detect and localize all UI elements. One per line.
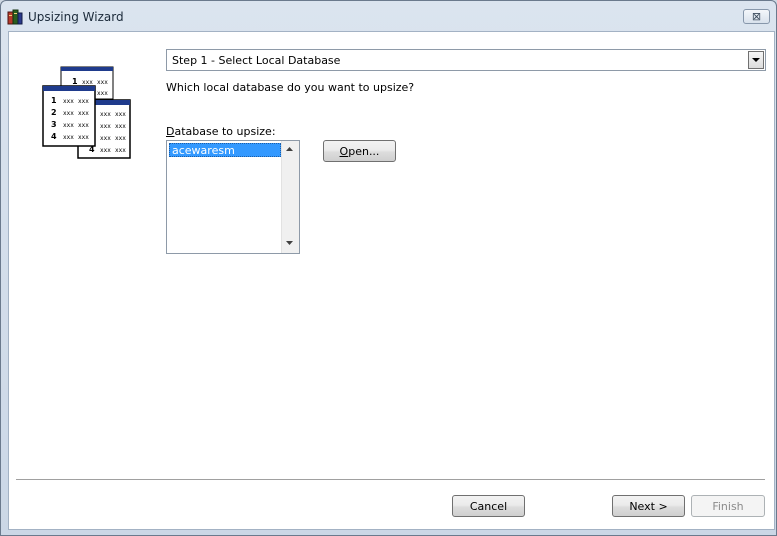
list-item[interactable]: acewaresm <box>169 143 281 157</box>
listbox-scrollbar[interactable] <box>281 141 299 253</box>
open-button-label: Open... <box>339 144 380 158</box>
step-select-value: Step 1 - Select Local Database <box>172 54 341 67</box>
svg-text:xxx: xxx <box>78 122 89 129</box>
svg-text:xxx: xxx <box>115 135 126 142</box>
scroll-up-icon[interactable] <box>286 147 293 151</box>
svg-text:xxx: xxx <box>78 110 89 117</box>
upsizing-wizard-window: Upsizing Wizard ⊠ 1 xxx xxx xxx xxx xxx … <box>0 0 777 536</box>
database-listbox[interactable]: acewaresm <box>166 140 300 254</box>
svg-text:xxx: xxx <box>97 79 108 86</box>
svg-text:1: 1 <box>51 96 57 105</box>
next-button[interactable]: Next > <box>612 495 685 517</box>
close-icon: ⊠ <box>751 10 762 23</box>
svg-text:xxx: xxx <box>63 134 74 141</box>
window-title: Upsizing Wizard <box>28 10 124 24</box>
cancel-button[interactable]: Cancel <box>452 495 525 517</box>
title-bar[interactable]: Upsizing Wizard ⊠ <box>1 1 776 31</box>
database-tables-icon: 1 xxx xxx xxx xxx xxx xxx xxx xxx xxx 4 … <box>42 66 131 159</box>
svg-text:4: 4 <box>51 132 57 141</box>
svg-text:xxx: xxx <box>78 134 89 141</box>
wizard-icon <box>7 9 23 25</box>
wizard-client-area: 1 xxx xxx xxx xxx xxx xxx xxx xxx xxx 4 … <box>8 31 775 530</box>
svg-text:xxx: xxx <box>100 123 111 130</box>
svg-text:xxx: xxx <box>63 98 74 105</box>
svg-text:xxx: xxx <box>100 147 111 154</box>
svg-text:3: 3 <box>51 120 57 129</box>
svg-text:2: 2 <box>51 108 57 117</box>
step-select[interactable]: Step 1 - Select Local Database <box>166 49 766 71</box>
chevron-down-icon <box>752 58 760 62</box>
svg-text:xxx: xxx <box>78 98 89 105</box>
svg-text:xxx: xxx <box>115 123 126 130</box>
finish-button[interactable]: Finish <box>691 495 765 517</box>
svg-text:xxx: xxx <box>100 111 111 118</box>
close-button[interactable]: ⊠ <box>743 9 770 24</box>
svg-text:xxx: xxx <box>63 110 74 117</box>
database-list-label: Database to upsize: <box>166 125 276 138</box>
scroll-down-icon[interactable] <box>286 241 293 245</box>
svg-text:xxx: xxx <box>115 111 126 118</box>
svg-text:xxx: xxx <box>97 90 108 97</box>
svg-text:xxx: xxx <box>82 79 93 86</box>
step-question: Which local database do you want to upsi… <box>166 81 415 94</box>
svg-text:xxx: xxx <box>115 147 126 154</box>
back-sheet-row-1: 1 <box>72 77 78 86</box>
svg-text:xxx: xxx <box>100 135 111 142</box>
footer-separator <box>16 479 765 481</box>
step-dropdown-button[interactable] <box>748 51 764 69</box>
svg-text:xxx: xxx <box>63 122 74 129</box>
open-button[interactable]: Open... <box>323 140 396 162</box>
